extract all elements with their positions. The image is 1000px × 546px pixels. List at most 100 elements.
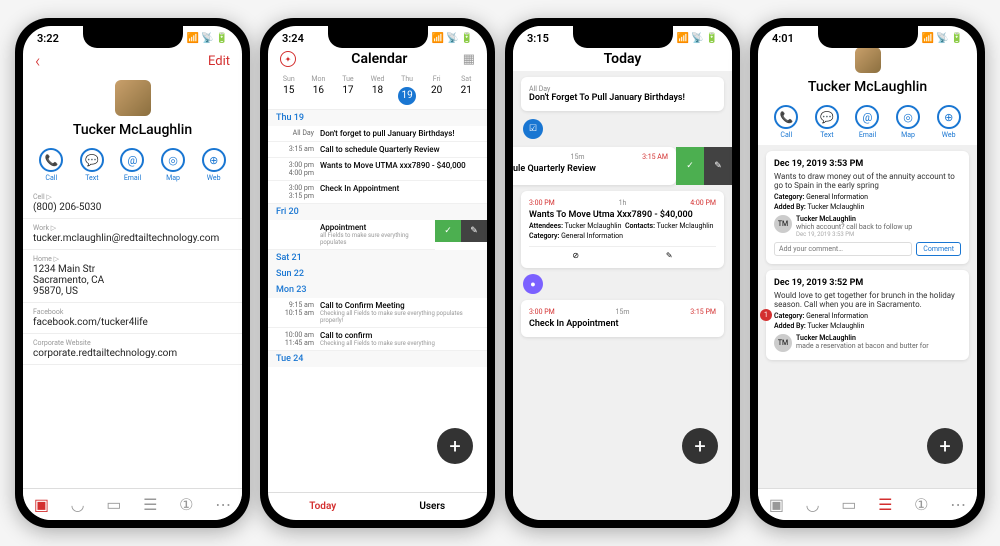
action-email[interactable]: @Email	[855, 105, 879, 139]
phone-calendar: 3:24 📶📡🔋 ✦ Calendar ▦ Sun15Mon16Tue17Wed…	[260, 18, 495, 528]
date-header: Thu 19	[268, 110, 487, 126]
tab-calendar-icon[interactable]: ▭	[841, 495, 856, 514]
text-icon: 💬	[80, 148, 104, 172]
tab-people-icon[interactable]: ◡	[71, 495, 85, 514]
event-row[interactable]: 3:00 pm4:00 pmWants to Move UTMA xxx7890…	[268, 158, 487, 181]
edit-action[interactable]: ✎	[461, 220, 487, 242]
map-icon: ◎	[161, 148, 185, 172]
complete-action[interactable]: ✓	[435, 220, 461, 242]
todo-badge-icon[interactable]: ☑	[523, 119, 543, 139]
comment-button[interactable]: Comment	[916, 242, 961, 256]
call-icon: 📞	[39, 148, 63, 172]
calendar-day[interactable]: Mon16	[304, 75, 334, 105]
event-row[interactable]: All DayDon't forget to pull January Birt…	[268, 126, 487, 142]
complete-action[interactable]: ✓	[676, 147, 704, 185]
avatar[interactable]	[115, 80, 151, 116]
evt-end: 3:15 AM	[642, 153, 668, 161]
evt-end: 4:00 PM	[690, 199, 716, 207]
email-icon: @	[120, 148, 144, 172]
status-bar: 4:01 📶📡🔋	[758, 26, 977, 47]
notification-badge[interactable]: 1	[760, 309, 772, 321]
calendar-day[interactable]: Fri20	[422, 75, 452, 105]
tab-contacts-icon[interactable]: ▣	[34, 495, 49, 514]
action-call[interactable]: 📞Call	[774, 105, 798, 139]
note-card[interactable]: Dec 19, 2019 3:52 PMWould love to get to…	[766, 270, 969, 360]
tab-notes-icon[interactable]: ☰	[878, 495, 892, 514]
add-fab[interactable]: +	[682, 428, 718, 464]
back-button[interactable]: ‹	[35, 51, 40, 72]
action-map[interactable]: ◎Map	[161, 148, 185, 182]
tab-calendar-icon[interactable]: ▭	[106, 495, 121, 514]
comment-avatar: TM	[774, 215, 792, 233]
action-email[interactable]: @Email	[120, 148, 144, 182]
tab-today[interactable]: Today	[268, 493, 378, 520]
action-map[interactable]: ◎Map	[896, 105, 920, 139]
calendar-day[interactable]: Tue17	[333, 75, 363, 105]
add-event-fab[interactable]: +	[437, 428, 473, 464]
evt-duration: 15m	[615, 308, 629, 316]
date-header: Sun 22	[268, 266, 487, 282]
event-row[interactable]: 9:15 am10:15 amCall to Confirm MeetingCh…	[268, 298, 487, 328]
web-icon: ⊕	[937, 105, 961, 129]
battery-icon: 🔋	[951, 33, 963, 44]
contact-name: Tucker McLaughlin	[758, 79, 977, 95]
week-strip[interactable]: Sun15Mon16Tue17Wed18Thu19Fri20Sat21	[268, 71, 487, 110]
app-logo-icon[interactable]: ✦	[280, 51, 296, 67]
signal-icon: 📶	[922, 33, 934, 44]
event-row[interactable]: 3:15 amCall to schedule Quarterly Review	[268, 142, 487, 158]
evt-start: 3:00 PM	[529, 308, 555, 316]
date-header: Mon 23	[268, 282, 487, 298]
contact-field[interactable]: Corporate Websitecorporate.redtailtechno…	[23, 334, 242, 365]
tab-more-icon[interactable]: ⋯	[950, 495, 966, 514]
calendar-day[interactable]: Wed18	[363, 75, 393, 105]
contact-field[interactable]: Home ▷1234 Main StrSacramento, CA95870, …	[23, 250, 242, 303]
date-header: Sat 21	[268, 250, 487, 266]
calendar-day[interactable]: Thu19	[392, 75, 422, 105]
phone-today: 3:15 📶📡🔋 Today All Day Don't Forget To P…	[505, 18, 740, 528]
wifi-icon: 📡	[446, 33, 458, 44]
wifi-icon: 📡	[691, 33, 703, 44]
contact-field[interactable]: Work ▷tucker.mclaughlin@redtailtechnolog…	[23, 219, 242, 250]
action-web[interactable]: ⊕Web	[937, 105, 961, 139]
event-row[interactable]: 10:00 am11:45 amCall to confirmChecking …	[268, 328, 487, 351]
clock: 3:22	[37, 32, 59, 45]
tab-people-icon[interactable]: ◡	[806, 495, 820, 514]
evt-duration: 1h	[619, 199, 627, 207]
note-card[interactable]: Dec 19, 2019 3:53 PMWants to draw money …	[766, 151, 969, 264]
date-header: Tue 24	[268, 351, 487, 367]
web-icon: ⊕	[202, 148, 226, 172]
action-text[interactable]: 💬Text	[80, 148, 104, 182]
edit-icon[interactable]: ✎	[666, 251, 673, 260]
edit-button[interactable]: Edit	[208, 54, 230, 69]
event-row[interactable]: 3:00 pm3:15 pmCheck In Appointment	[268, 181, 487, 204]
battery-icon: 🔋	[461, 33, 473, 44]
tab-notes-icon[interactable]: ☰	[143, 495, 157, 514]
contact-field[interactable]: Facebookfacebook.com/tucker4life	[23, 303, 242, 334]
calendar-day[interactable]: Sun15	[274, 75, 304, 105]
appointment-card[interactable]: 3:00 PM1h4:00 PM Wants To Move Utma Xxx7…	[521, 191, 724, 268]
tab-alert-icon[interactable]: ①	[179, 495, 193, 514]
edit-action[interactable]: ✎	[704, 147, 732, 185]
page-title: Today	[604, 51, 642, 67]
action-web[interactable]: ⊕Web	[202, 148, 226, 182]
event-row[interactable]: Appointmentall Fields to make sure every…	[268, 220, 487, 250]
tab-more-icon[interactable]: ⋯	[215, 495, 231, 514]
clock: 4:01	[772, 32, 794, 45]
complete-icon[interactable]: ⊘	[572, 251, 579, 260]
comment-input[interactable]	[774, 242, 912, 256]
appointment-card[interactable]: 3:00 PM15m3:15 PM Check In Appointment	[521, 300, 724, 337]
evt-duration: 15m	[571, 153, 585, 161]
tab-users[interactable]: Users	[378, 493, 488, 520]
header-action-icon[interactable]: ▦	[463, 52, 475, 67]
calendar-day[interactable]: Sat21	[451, 75, 481, 105]
call-icon: 📞	[774, 105, 798, 129]
action-call[interactable]: 📞Call	[39, 148, 63, 182]
action-text[interactable]: 💬Text	[815, 105, 839, 139]
avatar[interactable]	[855, 47, 881, 73]
contact-field[interactable]: Cell ▷(800) 206-5030	[23, 188, 242, 219]
tab-contacts-icon[interactable]: ▣	[769, 495, 784, 514]
add-note-fab[interactable]: +	[927, 428, 963, 464]
allday-card[interactable]: All Day Don't Forget To Pull January Bir…	[521, 77, 724, 111]
category-badge-icon[interactable]: ●	[523, 274, 543, 294]
tab-alert-icon[interactable]: ①	[914, 495, 928, 514]
